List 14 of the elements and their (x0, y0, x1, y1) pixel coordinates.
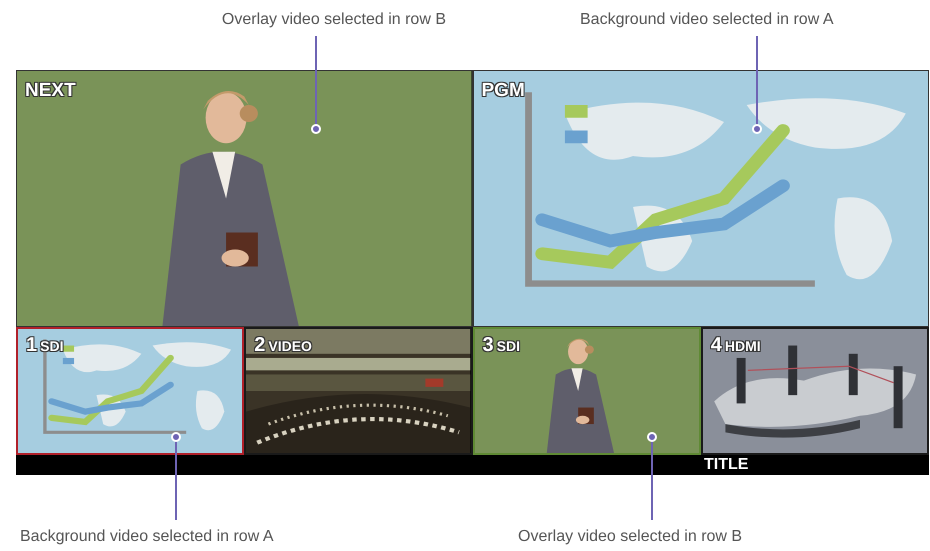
callout-text: Background video selected in row A (20, 528, 274, 545)
input-number: 4 (710, 333, 722, 358)
callout-text: Overlay video selected in row B (518, 528, 742, 545)
view-label: PGM (482, 79, 525, 103)
callout-text: Background video selected in row A (580, 11, 834, 28)
title-text: TITLE (704, 457, 748, 473)
input-number: 3 (482, 333, 494, 358)
input-source: HDMI (724, 337, 761, 356)
input-source: VIDEO (268, 337, 312, 356)
input-number: 2 (254, 333, 266, 358)
input-number: 1 (26, 333, 38, 358)
callout-text: Overlay video selected in row B (222, 11, 446, 28)
input-source: SDI (496, 337, 520, 356)
view-label: NEXT (25, 79, 76, 103)
